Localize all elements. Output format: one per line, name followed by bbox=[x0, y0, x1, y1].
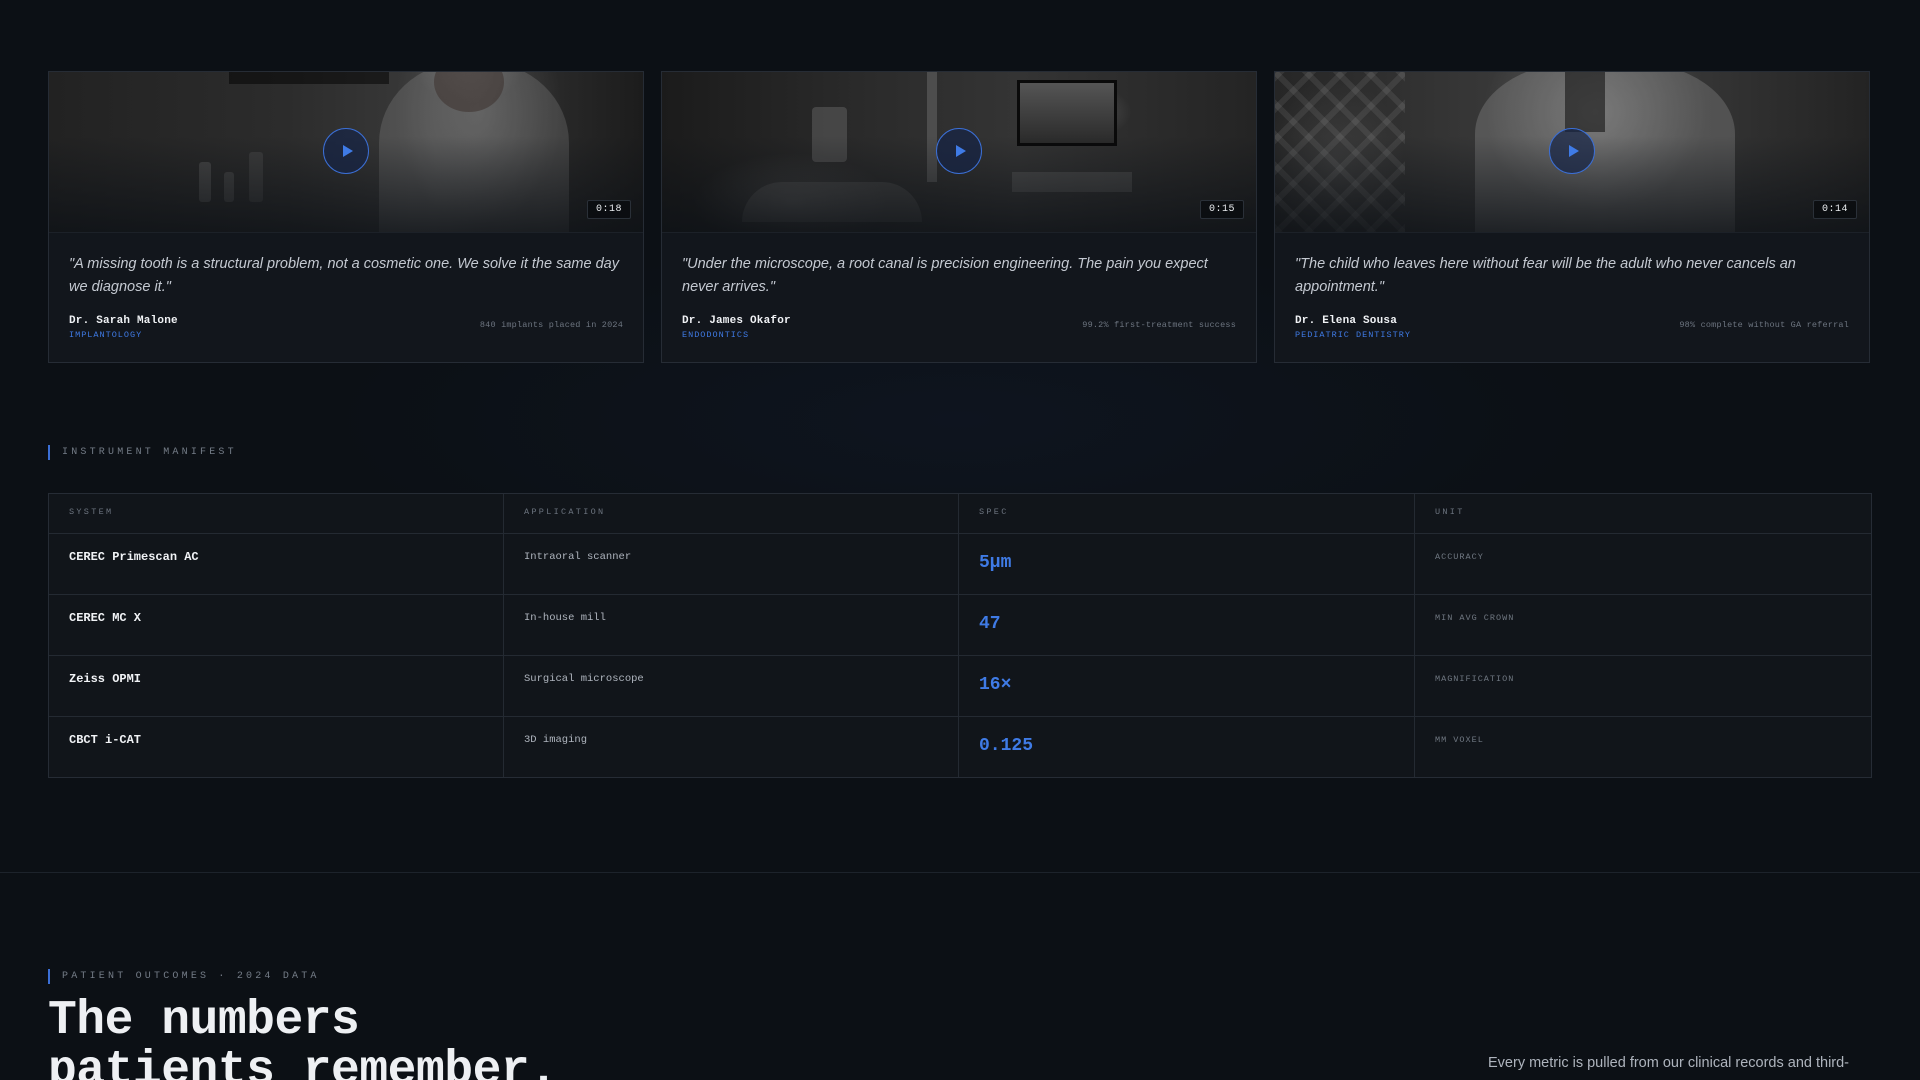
spec-cell: 16× bbox=[959, 656, 1415, 716]
video-duration: 0:18 bbox=[586, 200, 631, 219]
testimonial-cards: 0:18 "A missing tooth is a structural pr… bbox=[48, 71, 1872, 363]
doctor-stat: 840 implants placed in 2024 bbox=[479, 320, 623, 330]
testimonial-card-malone: 0:18 "A missing tooth is a structural pr… bbox=[48, 71, 644, 363]
video-duration: 0:14 bbox=[1812, 200, 1857, 219]
unit-cell: MIN AVG CROWN bbox=[1435, 613, 1515, 623]
column-header-system: SYSTEM bbox=[49, 494, 504, 533]
play-button[interactable] bbox=[1549, 128, 1595, 174]
section-divider bbox=[0, 872, 1920, 873]
accent-bar bbox=[48, 969, 50, 984]
system-cell: CEREC Primescan AC bbox=[49, 534, 504, 594]
play-icon bbox=[342, 145, 353, 157]
doctor-stat: 98% complete without GA referral bbox=[1679, 320, 1849, 330]
manifest-label-text: INSTRUMENT MANIFEST bbox=[62, 447, 237, 458]
outcomes-headline: The numbers patients remember. bbox=[48, 994, 558, 1080]
column-header-unit: UNIT bbox=[1435, 507, 1465, 517]
doctor-name: Dr. Elena Sousa bbox=[1295, 315, 1398, 327]
spec-cell: 0.125 bbox=[959, 717, 1415, 777]
play-icon bbox=[1568, 145, 1579, 157]
page: 0:18 "A missing tooth is a structural pr… bbox=[0, 0, 1920, 1080]
unit-cell: MAGNIFICATION bbox=[1435, 674, 1515, 684]
application-cell: Intraoral scanner bbox=[504, 534, 959, 594]
video-duration: 0:15 bbox=[1199, 200, 1244, 219]
table-row: CBCT i-CAT 3D imaging 0.125 MM VOXEL bbox=[49, 717, 1871, 777]
table-row: CEREC Primescan AC Intraoral scanner 5µm… bbox=[49, 534, 1871, 595]
application-cell: 3D imaging bbox=[504, 717, 959, 777]
spec-cell: 47 bbox=[959, 595, 1415, 655]
play-icon bbox=[955, 145, 966, 157]
outcomes-description: Every metric is pulled from our clinical… bbox=[1488, 1055, 1850, 1080]
play-button[interactable] bbox=[936, 128, 982, 174]
doctor-stat: 99.2% first-treatment success bbox=[1082, 320, 1236, 330]
spec-cell: 5µm bbox=[959, 534, 1415, 594]
system-cell: CBCT i-CAT bbox=[49, 717, 504, 777]
system-cell: Zeiss OPMI bbox=[49, 656, 504, 716]
testimonial-quote: "A missing tooth is a structural problem… bbox=[69, 256, 619, 295]
application-cell: Surgical microscope bbox=[504, 656, 959, 716]
video-thumbnail[interactable]: 0:14 bbox=[1275, 72, 1869, 233]
outcomes-section-label: PATIENT OUTCOMES · 2024 DATA bbox=[48, 969, 320, 984]
doctor-specialty: ENDODONTICS bbox=[682, 330, 750, 340]
doctor-specialty: IMPLANTOLOGY bbox=[69, 330, 143, 340]
system-cell: CEREC MC X bbox=[49, 595, 504, 655]
doctor-name: Dr. James Okafor bbox=[682, 315, 791, 327]
doctor-specialty: PEDIATRIC DENTISTRY bbox=[1295, 330, 1411, 340]
table-row: Zeiss OPMI Surgical microscope 16× MAGNI… bbox=[49, 656, 1871, 717]
testimonial-card-okafor: 0:15 "Under the microscope, a root canal… bbox=[661, 71, 1257, 363]
column-header-spec: SPEC bbox=[959, 494, 1415, 533]
video-thumbnail[interactable]: 0:18 bbox=[49, 72, 643, 233]
video-thumbnail[interactable]: 0:15 bbox=[662, 72, 1256, 233]
accent-bar bbox=[48, 445, 50, 460]
play-button[interactable] bbox=[323, 128, 369, 174]
instrument-table: SYSTEM APPLICATION SPEC UNIT CEREC Prime… bbox=[48, 493, 1872, 778]
table-row: CEREC MC X In-house mill 47 MIN AVG CROW… bbox=[49, 595, 1871, 656]
column-header-application: APPLICATION bbox=[504, 494, 959, 533]
testimonial-card-sousa: 0:14 "The child who leaves here without … bbox=[1274, 71, 1870, 363]
unit-cell: MM VOXEL bbox=[1435, 735, 1484, 745]
table-header: SYSTEM APPLICATION SPEC UNIT bbox=[49, 494, 1871, 534]
doctor-name: Dr. Sarah Malone bbox=[69, 315, 178, 327]
application-cell: In-house mill bbox=[504, 595, 959, 655]
testimonial-quote: "Under the microscope, a root canal is p… bbox=[682, 256, 1208, 295]
testimonial-quote: "The child who leaves here without fear … bbox=[1295, 256, 1796, 295]
unit-cell: ACCURACY bbox=[1435, 552, 1484, 562]
outcomes-label-text: PATIENT OUTCOMES · 2024 DATA bbox=[62, 971, 320, 982]
manifest-section-label: INSTRUMENT MANIFEST bbox=[48, 445, 237, 460]
